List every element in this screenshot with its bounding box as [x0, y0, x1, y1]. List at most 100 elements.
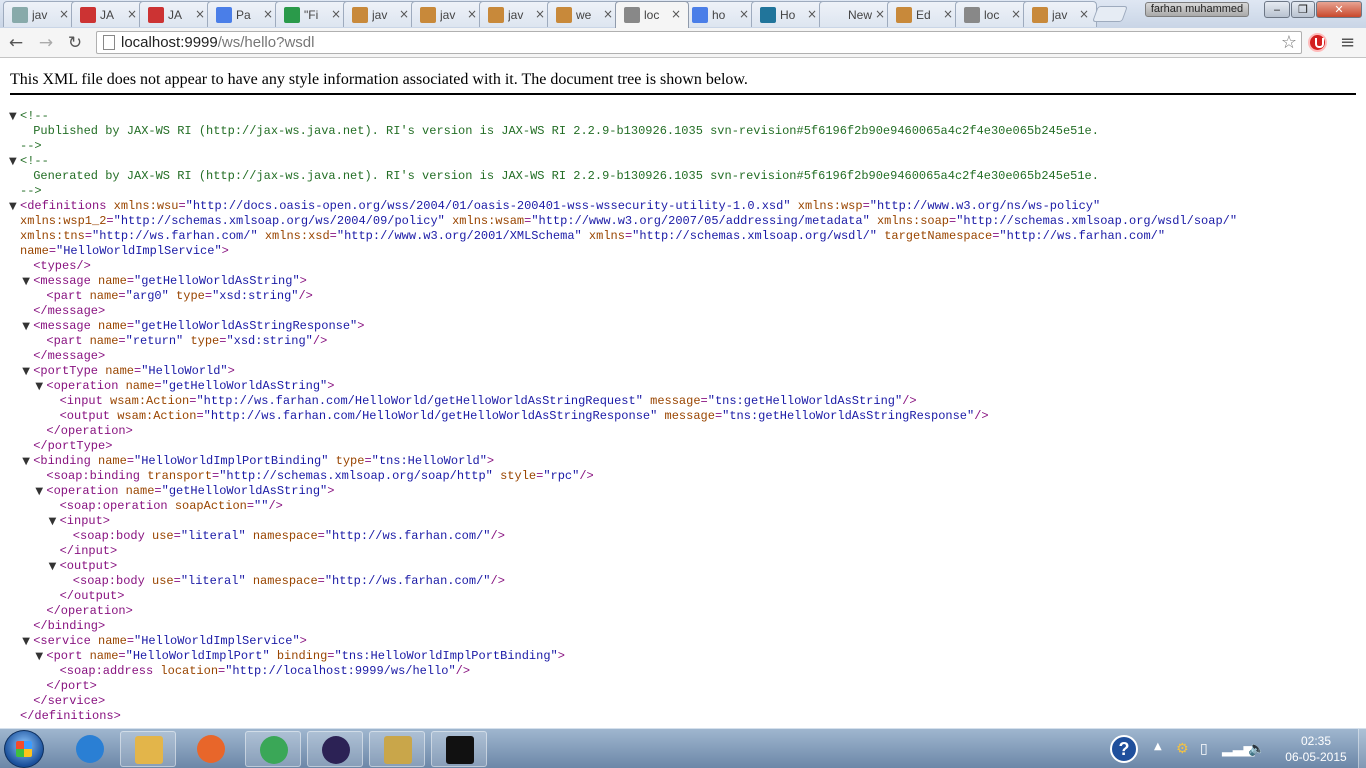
tab[interactable]: New × — [819, 1, 893, 27]
xml-line: <soap:binding transport="http://schemas.… — [46, 469, 593, 484]
xml-token: "http://ws.farhan.com/HelloWorld/getHell… — [203, 409, 658, 423]
tab[interactable]: we × — [547, 1, 621, 27]
close-icon[interactable]: × — [739, 7, 749, 21]
url-text[interactable]: localhost:9999/ws/hello?wsdl — [121, 34, 314, 51]
xml-token — [582, 229, 589, 243]
close-icon[interactable]: × — [603, 7, 613, 21]
xml-token — [657, 409, 664, 423]
address-bar[interactable]: localhost:9999/ws/hello?wsdl ☆ — [96, 31, 1302, 54]
close-icon[interactable]: × — [127, 7, 137, 21]
help-icon[interactable]: ? — [1110, 735, 1138, 763]
xml-line: xmlns:wsp1_2="http://schemas.xmlsoap.org… — [20, 214, 1237, 229]
taskbar-paint[interactable] — [369, 731, 425, 767]
collapse-toggle-icon[interactable]: ▼ — [22, 274, 30, 289]
close-icon[interactable]: × — [263, 7, 273, 21]
close-icon[interactable]: × — [875, 7, 885, 21]
new-tab-button[interactable] — [1092, 6, 1128, 22]
refresh-icon — [284, 7, 300, 23]
collapse-toggle-icon[interactable]: ▼ — [49, 514, 57, 529]
collapse-toggle-icon[interactable]: ▼ — [22, 454, 30, 469]
tab[interactable]: jav × — [411, 1, 485, 27]
close-icon[interactable]: × — [1079, 7, 1089, 21]
close-icon[interactable]: × — [807, 7, 817, 21]
extension-icon[interactable] — [1308, 33, 1327, 52]
tab[interactable]: jav × — [343, 1, 417, 27]
xml-token: "tns:HelloWorldImplPortBinding" — [334, 649, 558, 663]
taskbar: ? ▲ ⚙ ▯ ▂▃▅ 🔈 02:35 06-05-2015 — [0, 728, 1366, 768]
collapse-toggle-icon[interactable]: ▼ — [9, 199, 17, 214]
xml-line: <part name="return" type="xsd:string"/> — [46, 334, 327, 349]
close-icon[interactable]: × — [467, 7, 477, 21]
close-icon[interactable]: × — [671, 7, 681, 21]
tab-title: ho — [712, 8, 726, 22]
profile-name[interactable]: farhan muhammed — [1145, 2, 1249, 17]
taskbar-firefox[interactable] — [183, 731, 239, 767]
xml-token: "http://ws.farhan.com/" — [999, 229, 1166, 243]
close-icon[interactable]: × — [535, 7, 545, 21]
taskbar-command-prompt[interactable] — [431, 731, 487, 767]
volume-icon[interactable]: 🔈 — [1248, 741, 1265, 757]
bookmark-star-icon[interactable]: ☆ — [1281, 32, 1297, 53]
xml-token: binding — [276, 649, 328, 663]
close-icon[interactable]: × — [399, 7, 409, 21]
xml-token: xmlns — [588, 229, 625, 243]
xml-token: "tns:getHelloWorldAsString" — [707, 394, 903, 408]
taskbar-chrome[interactable] — [245, 731, 301, 767]
collapse-toggle-icon[interactable]: ▼ — [35, 649, 43, 664]
tab-title: jav — [1052, 8, 1068, 22]
forward-button[interactable]: → — [34, 32, 58, 54]
xml-token — [82, 289, 89, 303]
tab[interactable]: ho × — [683, 1, 757, 27]
xml-line: name="HelloWorldImplService"> — [20, 244, 229, 259]
menu-icon[interactable]: ≡ — [1340, 32, 1355, 53]
start-button[interactable] — [4, 730, 44, 768]
tab[interactable]: loc × — [615, 1, 689, 28]
xml-token: transport — [147, 469, 213, 483]
xml-token: xmlns:xsd — [264, 229, 330, 243]
taskbar-internet-explorer[interactable] — [62, 731, 118, 767]
close-icon[interactable]: × — [59, 7, 69, 21]
collapse-toggle-icon[interactable]: ▼ — [9, 154, 17, 169]
close-icon[interactable]: × — [943, 7, 953, 21]
close-icon[interactable]: × — [1011, 7, 1021, 21]
collapse-toggle-icon[interactable]: ▼ — [35, 379, 43, 394]
device-icon[interactable]: ▯ — [1200, 741, 1208, 757]
xml-token — [91, 454, 98, 468]
back-button[interactable]: ← — [4, 32, 28, 54]
clock[interactable]: 02:35 06-05-2015 — [1276, 733, 1356, 765]
tab[interactable]: jav × — [1023, 1, 1097, 27]
tab[interactable]: "Fi × — [275, 1, 349, 27]
tab[interactable]: Ho × — [751, 1, 825, 27]
collapse-toggle-icon[interactable]: ▼ — [49, 559, 57, 574]
minimize-button[interactable]: ‒ — [1264, 1, 1290, 18]
xml-token: name — [98, 319, 127, 333]
maximize-button[interactable]: ❐ — [1291, 1, 1315, 18]
collapse-toggle-icon[interactable]: ▼ — [9, 109, 17, 124]
xml-token — [106, 199, 113, 213]
collapse-toggle-icon[interactable]: ▼ — [22, 364, 30, 379]
tab[interactable]: JA × — [71, 1, 145, 27]
xml-token: <operation — [46, 379, 119, 393]
tray-expand-icon[interactable]: ▲ — [1154, 741, 1162, 752]
chrome-icon — [260, 736, 288, 764]
close-window-button[interactable]: ✕ — [1316, 1, 1362, 18]
tab[interactable]: jav × — [3, 1, 77, 27]
tab[interactable]: JA × — [139, 1, 213, 27]
tray-app-icon[interactable]: ⚙ — [1176, 741, 1189, 757]
xml-token: wsam:Action — [117, 409, 197, 423]
tab[interactable]: Pa × — [207, 1, 281, 27]
tab[interactable]: Ed × — [887, 1, 961, 27]
collapse-toggle-icon[interactable]: ▼ — [22, 319, 30, 334]
close-icon[interactable]: × — [331, 7, 341, 21]
tab[interactable]: loc × — [955, 1, 1029, 27]
tab[interactable]: jav × — [479, 1, 553, 27]
show-desktop-button[interactable] — [1358, 729, 1366, 768]
collapse-toggle-icon[interactable]: ▼ — [22, 634, 30, 649]
taskbar-eclipse[interactable] — [307, 731, 363, 767]
xml-token: type — [176, 289, 205, 303]
reload-button[interactable]: ↻ — [63, 32, 87, 54]
collapse-toggle-icon[interactable]: ▼ — [35, 484, 43, 499]
taskbar-file-explorer[interactable] — [120, 731, 176, 767]
close-icon[interactable]: × — [195, 7, 205, 21]
xml-token: > — [221, 244, 229, 258]
